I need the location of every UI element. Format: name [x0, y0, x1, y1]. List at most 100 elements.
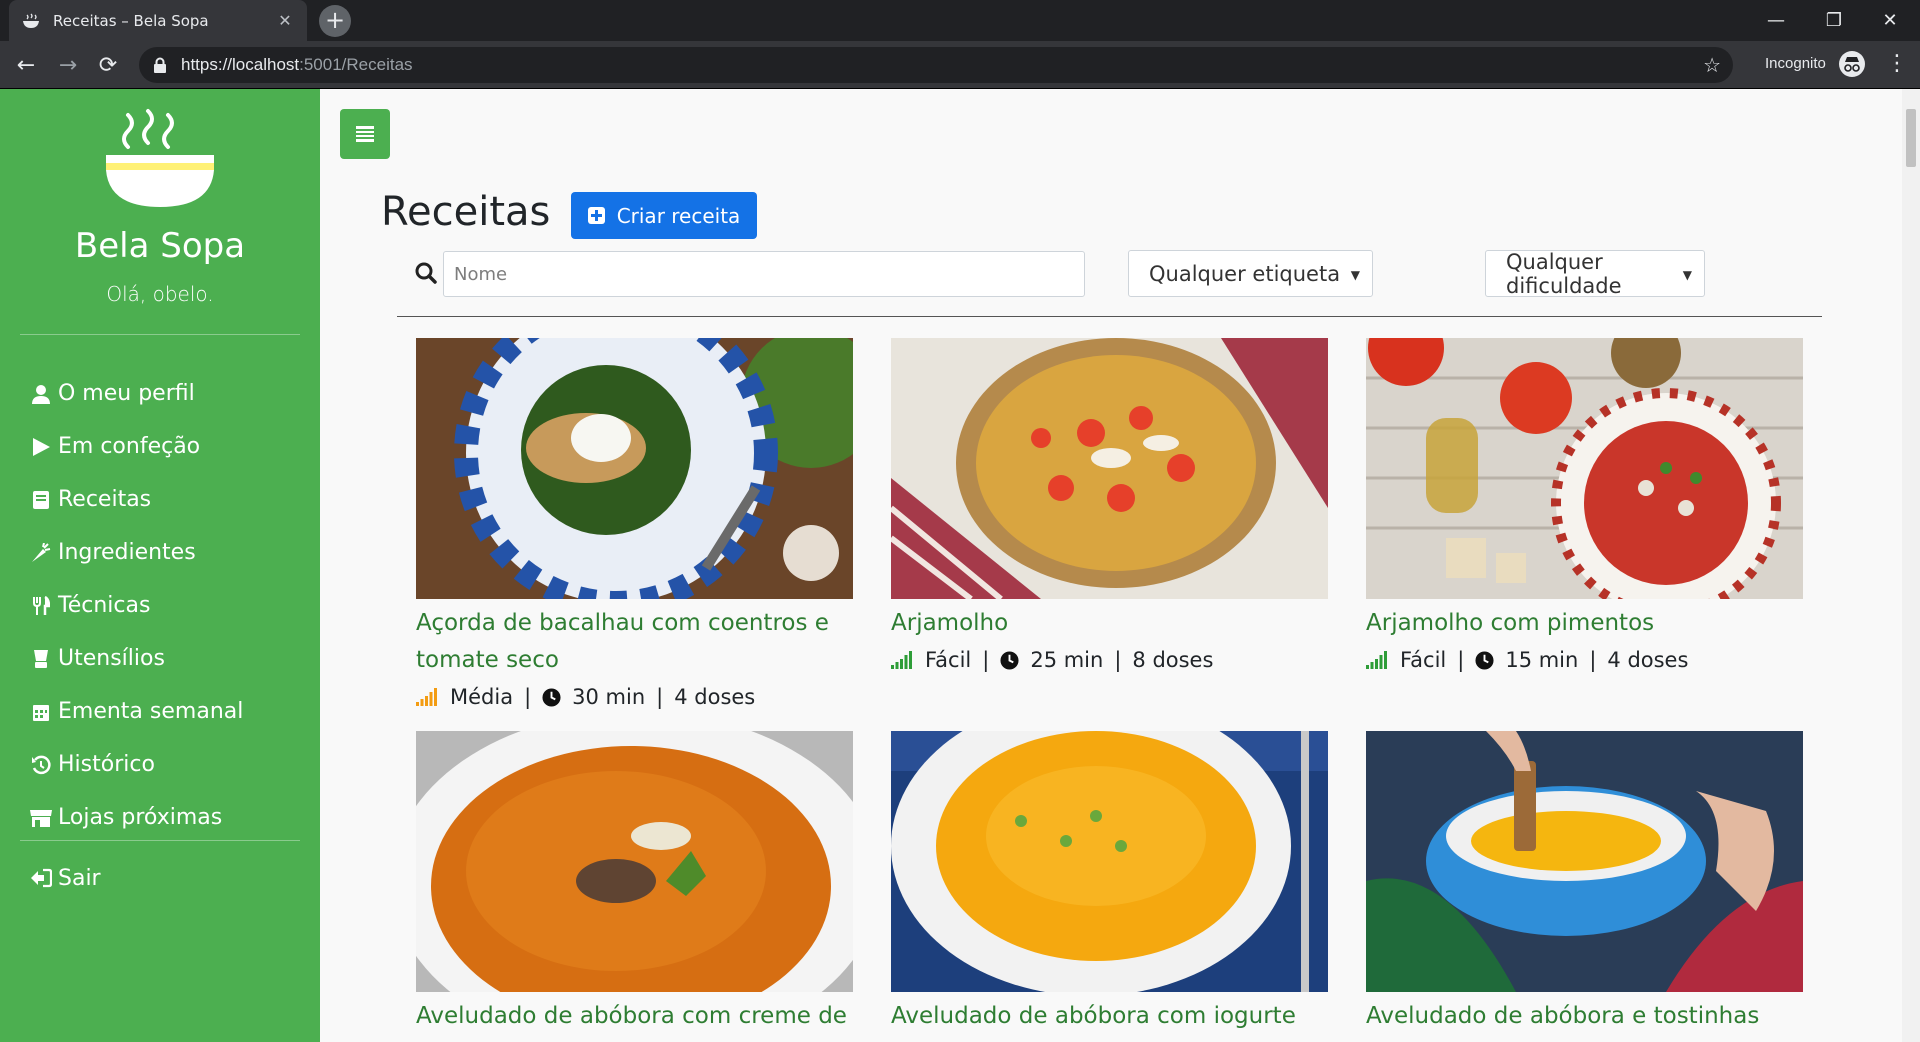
- meta-separator: |: [982, 648, 990, 672]
- sidebar-item-ingredientes[interactable]: Ingredientes: [28, 526, 318, 579]
- recipe-image[interactable]: [891, 338, 1328, 599]
- sidebar-item-label: Técnicas: [58, 593, 151, 618]
- hamburger-icon: [356, 126, 374, 142]
- sidebar-item-tecnicas[interactable]: Técnicas: [28, 579, 318, 632]
- logout-label: Sair: [58, 865, 101, 891]
- sidebar-item-perfil[interactable]: O meu perfil: [28, 367, 318, 420]
- recipe-title[interactable]: Aveludado de abóbora com iogurte: [891, 998, 1328, 1035]
- sidebar-item-utensilios[interactable]: Utensílios: [28, 632, 318, 685]
- address-bar[interactable]: https://localhost:5001/Receitas ☆: [139, 47, 1733, 83]
- incognito-icon[interactable]: [1839, 51, 1865, 77]
- sidebar-item-label: Em confeção: [58, 434, 201, 459]
- page-viewport: Bela Sopa Olá, obelo. O meu perfil Em co…: [0, 89, 1920, 1042]
- difficulty-filter-value: Qualquer dificuldade: [1506, 249, 1622, 298]
- browser-tabstrip: Receitas – Bela Sopa ✕ + — ❐ ✕: [0, 0, 1920, 41]
- recipe-card[interactable]: Aveludado de abóbora com iogurte: [891, 731, 1328, 1035]
- recipe-servings: 8 doses: [1132, 648, 1214, 672]
- brand-name[interactable]: Bela Sopa: [0, 226, 320, 266]
- recipe-title[interactable]: Arjamolho: [891, 605, 1328, 642]
- browser-menu-icon[interactable]: ⋮: [1886, 51, 1908, 76]
- sidebar-item-label: Utensílios: [58, 646, 165, 671]
- back-arrow-icon[interactable]: ←: [10, 49, 42, 81]
- filter-divider: [397, 316, 1822, 317]
- recipe-image[interactable]: [1366, 338, 1803, 599]
- minimize-icon[interactable]: —: [1748, 0, 1804, 41]
- recipe-image[interactable]: [416, 338, 853, 599]
- url-path: :5001/Receitas: [299, 55, 413, 74]
- close-tab-icon[interactable]: ✕: [275, 11, 295, 30]
- close-window-icon[interactable]: ✕: [1862, 0, 1918, 41]
- meta-separator: |: [656, 685, 664, 709]
- sign-out-icon: [28, 866, 54, 890]
- meta-separator: |: [1457, 648, 1465, 672]
- restore-icon[interactable]: ❐: [1806, 0, 1862, 41]
- recipe-image[interactable]: [416, 731, 853, 992]
- recipe-image[interactable]: [1366, 731, 1803, 992]
- sidebar-item-lojas-proximas[interactable]: Lojas próximas: [28, 791, 318, 844]
- reload-icon[interactable]: ⟳: [92, 49, 124, 81]
- recipe-difficulty: Média: [450, 685, 514, 709]
- calendar-icon: [28, 700, 54, 724]
- difficulty-bars-icon: [1366, 651, 1387, 669]
- search-icon: [415, 262, 437, 284]
- recipe-title[interactable]: Açorda de bacalhau com coentros e tomate…: [416, 605, 853, 679]
- recipe-servings: 4 doses: [674, 685, 756, 709]
- url-host: https://localhost: [181, 55, 300, 74]
- new-tab-button[interactable]: +: [319, 5, 351, 37]
- meta-separator: |: [524, 685, 532, 709]
- lock-icon: [154, 57, 166, 73]
- browser-toolbar: ← → ⟳ https://localhost:5001/Receitas ☆ …: [0, 41, 1920, 89]
- play-icon: [28, 435, 54, 459]
- recipe-title[interactable]: Arjamolho com pimentos: [1366, 605, 1803, 642]
- recipe-card[interactable]: Arjamolho Fácil | 25 min | 8 doses: [891, 338, 1328, 678]
- tab-title: Receitas – Bela Sopa: [53, 11, 209, 30]
- recipe-name-search-input[interactable]: [443, 251, 1085, 297]
- recipe-meta: Fácil | 25 min | 8 doses: [891, 642, 1328, 678]
- sidebar-divider: [20, 334, 300, 335]
- recipe-card[interactable]: Arjamolho com pimentos Fácil | 15 min | …: [1366, 338, 1803, 678]
- clock-icon: [1000, 650, 1019, 670]
- sidebar: Bela Sopa Olá, obelo. O meu perfil Em co…: [0, 89, 320, 1042]
- url-text: https://localhost:5001/Receitas: [181, 55, 413, 75]
- scrollbar-thumb[interactable]: [1906, 109, 1916, 167]
- browser-tab[interactable]: Receitas – Bela Sopa ✕: [9, 0, 307, 41]
- sidebar-item-label: O meu perfil: [58, 381, 195, 406]
- difficulty-bars-icon: [891, 651, 912, 669]
- sidebar-item-receitas[interactable]: Receitas: [28, 473, 318, 526]
- sidebar-item-historico[interactable]: Histórico: [28, 738, 318, 791]
- main-content: Receitas Criar receita Qualquer etiqueta…: [320, 89, 1902, 1042]
- meta-separator: |: [1114, 648, 1122, 672]
- sidebar-item-label: Ementa semanal: [58, 699, 244, 724]
- sidebar-item-label: Lojas próximas: [58, 805, 223, 830]
- greeting-text: Olá, obelo.: [106, 282, 214, 306]
- book-icon: [28, 488, 54, 512]
- chevron-down-icon: ▼: [1682, 268, 1692, 282]
- recipe-image[interactable]: [891, 731, 1328, 992]
- recipe-meta: Média | 30 min | 4 doses: [416, 679, 853, 715]
- bookmark-star-icon[interactable]: ☆: [1703, 53, 1721, 77]
- sidebar-item-label: Receitas: [58, 487, 152, 512]
- tag-filter-select[interactable]: Qualquer etiqueta ▼: [1128, 250, 1373, 297]
- recipe-title[interactable]: Aveludado de abóbora com creme de: [416, 998, 853, 1035]
- menu-toggle-button[interactable]: [340, 109, 390, 159]
- carrot-icon: [28, 541, 54, 565]
- chevron-down-icon: ▼: [1350, 268, 1360, 282]
- recipe-card[interactable]: Aveludado de abóbora com creme de: [416, 731, 853, 1035]
- recipe-card[interactable]: Açorda de bacalhau com coentros e tomate…: [416, 338, 853, 715]
- clock-icon: [1475, 650, 1494, 670]
- soup-favicon-icon: [21, 11, 41, 31]
- forward-arrow-icon[interactable]: →: [52, 49, 84, 81]
- page-scrollbar[interactable]: [1902, 89, 1920, 1042]
- history-icon: [28, 753, 54, 777]
- recipe-title[interactable]: Aveludado de abóbora e tostinhas: [1366, 998, 1803, 1035]
- plus-square-icon: [587, 207, 605, 224]
- difficulty-filter-select[interactable]: Qualquer dificuldade ▼: [1485, 249, 1705, 298]
- sidebar-item-em-confecao[interactable]: Em confeção: [28, 420, 318, 473]
- sidebar-item-ementa-semanal[interactable]: Ementa semanal: [28, 685, 318, 738]
- clock-icon: [542, 687, 561, 707]
- meta-separator: |: [1589, 648, 1597, 672]
- recipe-card[interactable]: Aveludado de abóbora e tostinhas: [1366, 731, 1803, 1035]
- utensils-icon: [28, 594, 54, 618]
- create-recipe-button[interactable]: Criar receita: [571, 192, 757, 239]
- logout-link[interactable]: Sair: [28, 858, 101, 898]
